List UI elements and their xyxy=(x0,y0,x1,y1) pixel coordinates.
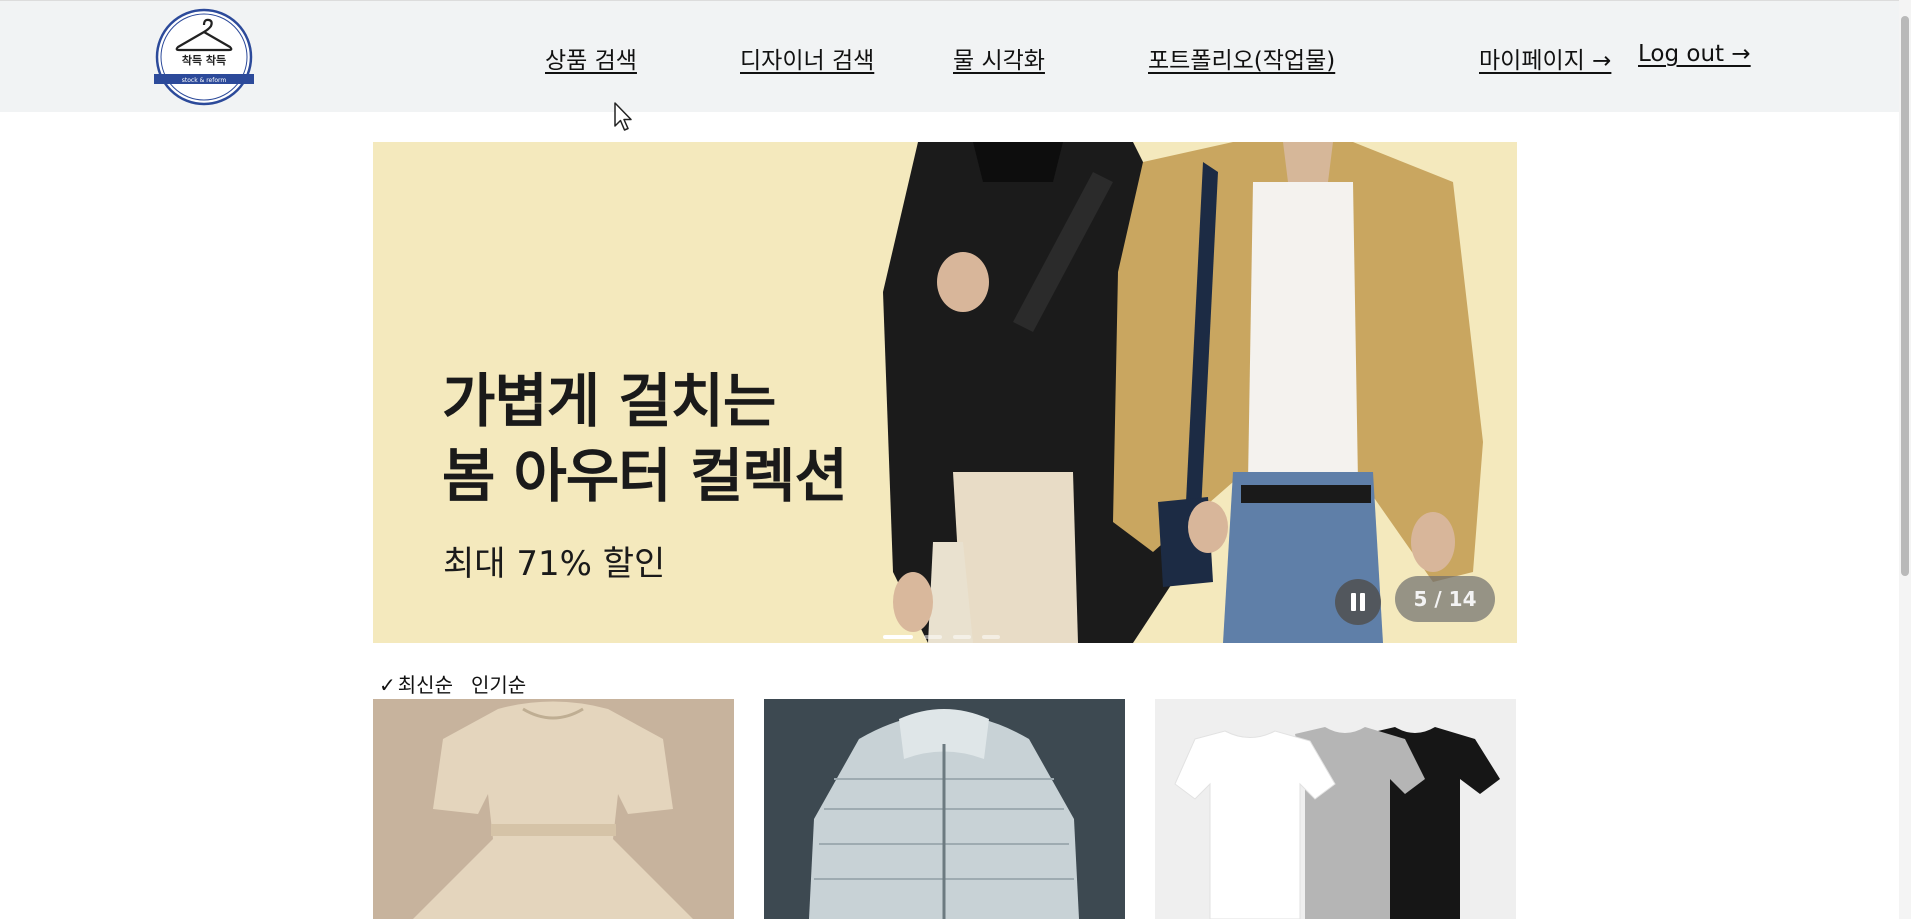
promo-banner-carousel[interactable]: 가볍게 걸치는 봄 아우터 컬렉션 최대 71% 할인 5 / 14 xyxy=(373,142,1517,643)
hanger-logo-icon: 착득 착득 stock & reform xyxy=(154,8,254,106)
logo-ribbon-text: stock & reform xyxy=(182,77,227,84)
sort-options: ✓ 최신순 인기순 xyxy=(379,669,526,698)
nav-designer-search[interactable]: 디자이너 검색 xyxy=(740,41,874,75)
sort-popular[interactable]: 인기순 xyxy=(471,673,526,697)
site-logo[interactable]: 착득 착득 stock & reform xyxy=(154,7,254,107)
nav-mypage[interactable]: 마이페이지 → xyxy=(1479,41,1611,75)
carousel-dot[interactable] xyxy=(924,635,942,639)
mouse-cursor-icon xyxy=(614,102,632,131)
check-icon: ✓ xyxy=(379,673,396,697)
pause-icon-bar xyxy=(1360,593,1365,611)
pause-button[interactable] xyxy=(1335,579,1381,625)
scrollbar-thumb[interactable] xyxy=(1901,16,1909,576)
product-card-tshirts[interactable] xyxy=(1155,699,1516,919)
pause-icon xyxy=(1351,593,1356,611)
product-image-dress xyxy=(373,699,734,919)
carousel-dot[interactable] xyxy=(953,635,971,639)
banner-discount-text: 최대 71% 할인 xyxy=(443,544,666,584)
product-image-jacket xyxy=(764,699,1125,919)
sort-latest[interactable]: 최신순 xyxy=(398,673,453,697)
nav-logout[interactable]: Log out → xyxy=(1638,41,1751,67)
product-card-puffer-jacket[interactable] xyxy=(764,699,1125,919)
nav-portfolio[interactable]: 포트폴리오(작업물) xyxy=(1148,41,1335,75)
carousel-indicators xyxy=(883,635,1000,639)
nav-visualization[interactable]: 물 시각화 xyxy=(953,41,1045,75)
product-image-tshirts xyxy=(1155,699,1516,919)
slide-counter: 5 / 14 xyxy=(1395,576,1495,622)
logo-text: 착득 착득 xyxy=(182,53,226,67)
carousel-dot[interactable] xyxy=(982,635,1000,639)
nav-product-search[interactable]: 상품 검색 xyxy=(545,41,637,75)
banner-headline: 가볍게 걸치는 봄 아우터 컬렉션 xyxy=(442,367,848,510)
carousel-dot[interactable] xyxy=(883,635,913,639)
page-scrollbar[interactable] xyxy=(1899,0,1911,919)
top-navigation-bar: 착득 착득 stock & reform 상품 검색 디자이너 검색 물 시각화… xyxy=(0,0,1911,112)
product-card-beige-dress[interactable] xyxy=(373,699,734,919)
